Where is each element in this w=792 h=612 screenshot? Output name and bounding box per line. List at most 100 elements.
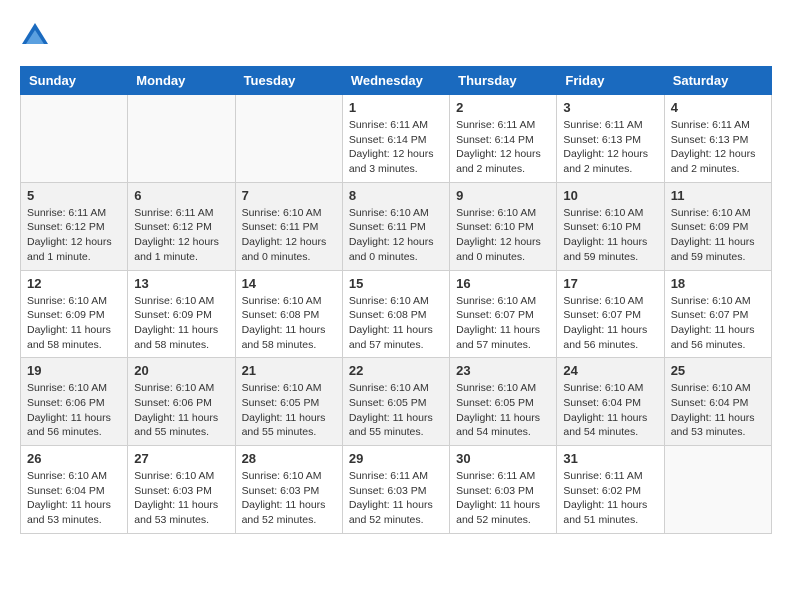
calendar-cell: 31 Sunrise: 6:11 AM Sunset: 6:02 PM Dayli…	[557, 446, 664, 534]
day-info: Sunrise: 6:10 AM Sunset: 6:03 PM Dayligh…	[134, 469, 228, 528]
calendar-cell: 24Sunrise: 6:10 AM Sunset: 6:04 PM Dayli…	[557, 358, 664, 446]
day-info: Sunrise: 6:10 AM Sunset: 6:10 PM Dayligh…	[563, 206, 657, 265]
logo-icon	[20, 20, 50, 50]
day-info: Sunrise: 6:11 AM Sunset: 6:02 PM Dayligh…	[563, 469, 657, 528]
day-info: Sunrise: 6:10 AM Sunset: 6:09 PM Dayligh…	[134, 294, 228, 353]
day-info: Sunrise: 6:10 AM Sunset: 6:08 PM Dayligh…	[349, 294, 443, 353]
calendar: SundayMondayTuesdayWednesdayThursdayFrid…	[20, 66, 772, 534]
day-number: 26	[27, 451, 121, 466]
week-row-2: 5 Sunrise: 6:11 AM Sunset: 6:12 PM Daylig…	[21, 182, 772, 270]
day-number: 14	[242, 276, 336, 291]
week-row-3: 12 Sunrise: 6:10 AM Sunset: 6:09 PM Dayli…	[21, 270, 772, 358]
day-number: 3	[563, 100, 657, 115]
day-number: 10	[563, 188, 657, 203]
page-header	[20, 20, 772, 50]
day-number: 27	[134, 451, 228, 466]
day-number: 18	[671, 276, 765, 291]
calendar-cell	[235, 95, 342, 183]
calendar-cell: 8 Sunrise: 6:10 AM Sunset: 6:11 PM Daylig…	[342, 182, 449, 270]
calendar-cell: 4 Sunrise: 6:11 AM Sunset: 6:13 PM Daylig…	[664, 95, 771, 183]
day-info: Sunrise: 6:10 AM Sunset: 6:09 PM Dayligh…	[27, 294, 121, 353]
day-number: 1	[349, 100, 443, 115]
day-info: Sunrise: 6:10 AM Sunset: 6:06 PM Dayligh…	[134, 381, 228, 440]
weekday-header-thursday: Thursday	[450, 67, 557, 95]
calendar-cell: 9Sunrise: 6:10 AM Sunset: 6:10 PM Daylig…	[450, 182, 557, 270]
day-number: 19	[27, 363, 121, 378]
day-info: Sunrise: 6:10 AM Sunset: 6:06 PM Dayligh…	[27, 381, 121, 440]
day-number: 17	[563, 276, 657, 291]
day-number: 2	[456, 100, 550, 115]
day-info: Sunrise: 6:11 AM Sunset: 6:03 PM Dayligh…	[349, 469, 443, 528]
calendar-cell	[21, 95, 128, 183]
logo	[20, 20, 54, 50]
calendar-cell: 25 Sunrise: 6:10 AM Sunset: 6:04 PM Dayli…	[664, 358, 771, 446]
calendar-cell: 2 Sunrise: 6:11 AM Sunset: 6:14 PM Daylig…	[450, 95, 557, 183]
day-number: 16	[456, 276, 550, 291]
day-info: Sunrise: 6:11 AM Sunset: 6:14 PM Dayligh…	[349, 118, 443, 177]
day-number: 6	[134, 188, 228, 203]
day-number: 28	[242, 451, 336, 466]
day-number: 30	[456, 451, 550, 466]
calendar-cell: 1 Sunrise: 6:11 AM Sunset: 6:14 PM Daylig…	[342, 95, 449, 183]
day-number: 22	[349, 363, 443, 378]
weekday-header-wednesday: Wednesday	[342, 67, 449, 95]
day-info: Sunrise: 6:10 AM Sunset: 6:11 PM Dayligh…	[242, 206, 336, 265]
calendar-cell: 15Sunrise: 6:10 AM Sunset: 6:08 PM Dayli…	[342, 270, 449, 358]
day-number: 5	[27, 188, 121, 203]
calendar-cell: 19 Sunrise: 6:10 AM Sunset: 6:06 PM Dayli…	[21, 358, 128, 446]
day-info: Sunrise: 6:10 AM Sunset: 6:09 PM Dayligh…	[671, 206, 765, 265]
calendar-cell: 28 Sunrise: 6:10 AM Sunset: 6:03 PM Dayli…	[235, 446, 342, 534]
calendar-cell: 6 Sunrise: 6:11 AM Sunset: 6:12 PM Daylig…	[128, 182, 235, 270]
day-number: 13	[134, 276, 228, 291]
day-number: 31	[563, 451, 657, 466]
day-info: Sunrise: 6:11 AM Sunset: 6:13 PM Dayligh…	[671, 118, 765, 177]
day-info: Sunrise: 6:10 AM Sunset: 6:04 PM Dayligh…	[563, 381, 657, 440]
day-info: Sunrise: 6:10 AM Sunset: 6:05 PM Dayligh…	[456, 381, 550, 440]
calendar-cell: 17 Sunrise: 6:10 AM Sunset: 6:07 PM Dayli…	[557, 270, 664, 358]
weekday-header-tuesday: Tuesday	[235, 67, 342, 95]
day-number: 11	[671, 188, 765, 203]
day-number: 21	[242, 363, 336, 378]
day-number: 20	[134, 363, 228, 378]
calendar-cell: 20 Sunrise: 6:10 AM Sunset: 6:06 PM Dayli…	[128, 358, 235, 446]
day-number: 23	[456, 363, 550, 378]
day-info: Sunrise: 6:10 AM Sunset: 6:08 PM Dayligh…	[242, 294, 336, 353]
day-number: 25	[671, 363, 765, 378]
day-info: Sunrise: 6:10 AM Sunset: 6:07 PM Dayligh…	[456, 294, 550, 353]
calendar-cell	[128, 95, 235, 183]
calendar-cell: 3Sunrise: 6:11 AM Sunset: 6:13 PM Daylig…	[557, 95, 664, 183]
week-row-1: 1 Sunrise: 6:11 AM Sunset: 6:14 PM Daylig…	[21, 95, 772, 183]
calendar-cell: 29 Sunrise: 6:11 AM Sunset: 6:03 PM Dayli…	[342, 446, 449, 534]
calendar-cell: 14 Sunrise: 6:10 AM Sunset: 6:08 PM Dayli…	[235, 270, 342, 358]
weekday-header-saturday: Saturday	[664, 67, 771, 95]
day-info: Sunrise: 6:11 AM Sunset: 6:12 PM Dayligh…	[134, 206, 228, 265]
calendar-cell: 30 Sunrise: 6:11 AM Sunset: 6:03 PM Dayli…	[450, 446, 557, 534]
day-info: Sunrise: 6:11 AM Sunset: 6:14 PM Dayligh…	[456, 118, 550, 177]
day-number: 29	[349, 451, 443, 466]
day-number: 8	[349, 188, 443, 203]
calendar-cell: 10 Sunrise: 6:10 AM Sunset: 6:10 PM Dayli…	[557, 182, 664, 270]
weekday-header-row: SundayMondayTuesdayWednesdayThursdayFrid…	[21, 67, 772, 95]
weekday-header-monday: Monday	[128, 67, 235, 95]
weekday-header-friday: Friday	[557, 67, 664, 95]
week-row-5: 26 Sunrise: 6:10 AM Sunset: 6:04 PM Dayli…	[21, 446, 772, 534]
day-info: Sunrise: 6:10 AM Sunset: 6:03 PM Dayligh…	[242, 469, 336, 528]
calendar-cell: 5 Sunrise: 6:11 AM Sunset: 6:12 PM Daylig…	[21, 182, 128, 270]
day-info: Sunrise: 6:10 AM Sunset: 6:05 PM Dayligh…	[349, 381, 443, 440]
calendar-cell: 27 Sunrise: 6:10 AM Sunset: 6:03 PM Dayli…	[128, 446, 235, 534]
calendar-cell: 13 Sunrise: 6:10 AM Sunset: 6:09 PM Dayli…	[128, 270, 235, 358]
calendar-cell: 12 Sunrise: 6:10 AM Sunset: 6:09 PM Dayli…	[21, 270, 128, 358]
day-number: 12	[27, 276, 121, 291]
day-info: Sunrise: 6:11 AM Sunset: 6:12 PM Dayligh…	[27, 206, 121, 265]
day-info: Sunrise: 6:10 AM Sunset: 6:07 PM Dayligh…	[563, 294, 657, 353]
calendar-cell: 22 Sunrise: 6:10 AM Sunset: 6:05 PM Dayli…	[342, 358, 449, 446]
day-info: Sunrise: 6:10 AM Sunset: 6:04 PM Dayligh…	[671, 381, 765, 440]
day-info: Sunrise: 6:10 AM Sunset: 6:11 PM Dayligh…	[349, 206, 443, 265]
calendar-cell: 18Sunrise: 6:10 AM Sunset: 6:07 PM Dayli…	[664, 270, 771, 358]
calendar-cell	[664, 446, 771, 534]
calendar-cell: 7Sunrise: 6:10 AM Sunset: 6:11 PM Daylig…	[235, 182, 342, 270]
calendar-cell: 21Sunrise: 6:10 AM Sunset: 6:05 PM Dayli…	[235, 358, 342, 446]
day-info: Sunrise: 6:10 AM Sunset: 6:04 PM Dayligh…	[27, 469, 121, 528]
day-info: Sunrise: 6:11 AM Sunset: 6:03 PM Dayligh…	[456, 469, 550, 528]
day-number: 4	[671, 100, 765, 115]
